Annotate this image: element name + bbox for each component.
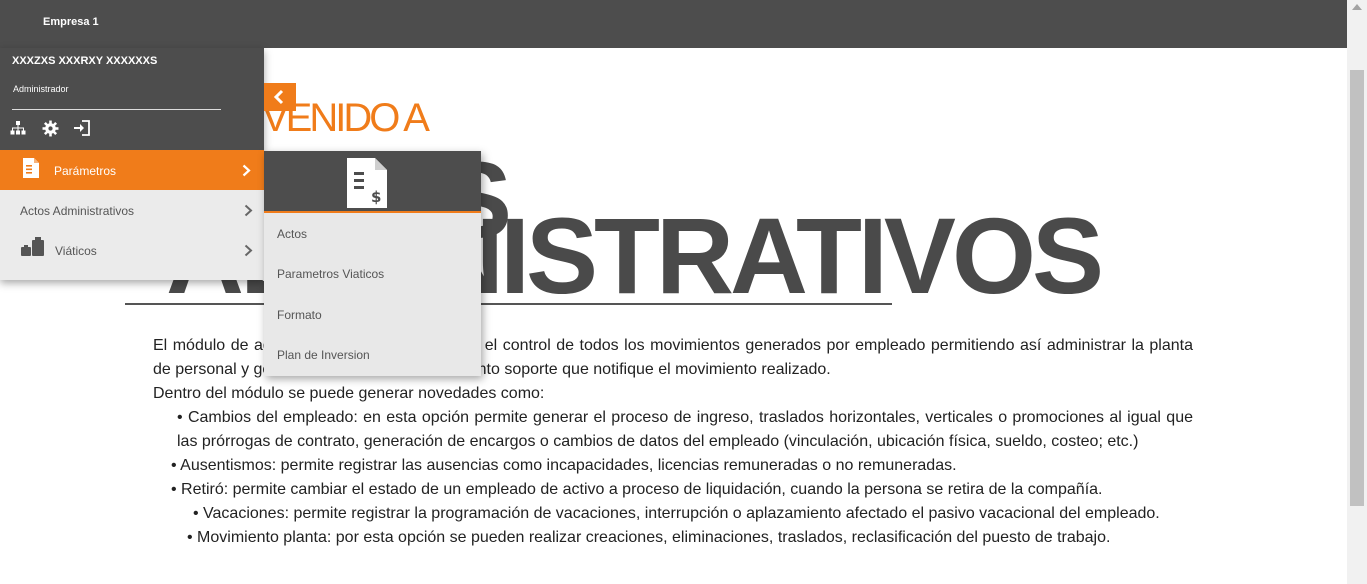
gear-icon[interactable] [40, 118, 60, 138]
chevron-left-icon [273, 89, 284, 105]
sidebar-item-label: Parámetros [54, 164, 117, 178]
svg-text:$: $ [371, 188, 381, 206]
bullet-ausentismos: • Ausentismos: permite registrar las aus… [171, 457, 957, 474]
sign-out-icon[interactable] [72, 118, 92, 138]
scroll-thumb[interactable] [1350, 70, 1364, 506]
bullet-retiro: • Retiró: permite cambiar el estado de u… [171, 481, 1103, 498]
chevron-right-icon [244, 244, 253, 262]
title-underline [125, 303, 892, 305]
sidebar-menu-list: Actos Administrativos Viáticos [0, 190, 264, 280]
sidebar-item-label: Viáticos [55, 244, 97, 258]
submenu-item-parametros-viaticos[interactable]: Parametros Viaticos [277, 267, 384, 281]
sidebar-item-label: Actos Administrativos [20, 204, 135, 218]
submenu-parametros: $ Actos Parametros Viaticos Formato Plan… [264, 151, 481, 376]
sitemap-icon[interactable] [8, 118, 28, 138]
company-name[interactable]: Empresa 1 [43, 16, 99, 28]
chevron-right-icon [242, 164, 251, 182]
bullet-vacaciones: • Vacaciones: permite registrar la progr… [193, 505, 1160, 522]
user-profile: XXXZXS XXXRXY XXXXXXS Administrador [0, 48, 264, 150]
submenu-item-formato[interactable]: Formato [277, 308, 322, 322]
submenu-item-actos[interactable]: Actos [277, 227, 307, 241]
description-intro: Dentro del módulo se puede generar noved… [153, 385, 545, 402]
sidebar-item-viaticos[interactable]: Viáticos [0, 230, 264, 270]
bullet-movimiento-planta: • Movimiento planta: por esta opción se … [187, 529, 1111, 546]
document-dollar-icon: $ [346, 157, 388, 214]
collapse-sidebar-button[interactable] [264, 83, 296, 111]
scroll-up-arrow[interactable] [1352, 4, 1362, 10]
suitcase-icon [20, 237, 45, 264]
sidebar-item-actos-administrativos[interactable]: Actos Administrativos [0, 190, 264, 230]
sidebar: XXXZXS XXXRXY XXXXXXS Administrador Pará… [0, 48, 264, 280]
submenu-item-plan-de-inversion[interactable]: Plan de Inversion [277, 348, 370, 362]
sidebar-item-parametros[interactable]: Parámetros [0, 150, 264, 190]
document-icon [22, 157, 40, 184]
page-scrollbar[interactable] [1347, 0, 1367, 584]
submenu-header: $ [264, 151, 481, 213]
bullet-cambios: • Cambios del empleado: en esta opción p… [177, 409, 1193, 450]
user-role: Administrador [13, 84, 69, 94]
top-bar: Empresa 1 [0, 0, 1347, 48]
profile-divider [12, 109, 221, 110]
chevron-right-icon [244, 204, 253, 222]
user-name: XXXZXS XXXRXY XXXXXXS [12, 55, 158, 67]
